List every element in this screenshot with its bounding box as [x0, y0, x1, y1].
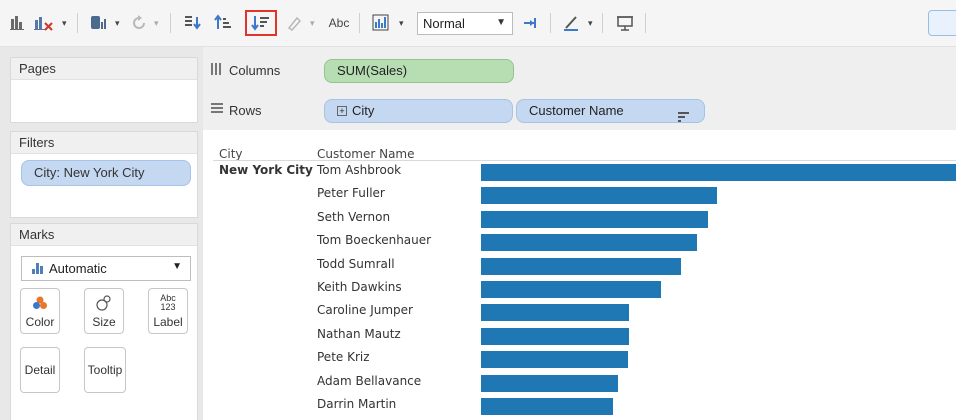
customer-label[interactable]: Todd Sumrall: [317, 257, 395, 271]
rows-icon: [211, 102, 223, 118]
toolbar-divider: [170, 13, 171, 33]
toolbar-divider: [645, 13, 646, 33]
presentation-icon[interactable]: [613, 12, 637, 34]
rows-label-text: Rows: [229, 102, 262, 118]
sum-sales-pill[interactable]: SUM(Sales): [324, 59, 514, 83]
filter-pill[interactable]: City: New York City: [21, 160, 191, 186]
pages-card[interactable]: Pages: [10, 57, 198, 123]
pages-title: Pages: [11, 58, 197, 80]
columns-shelf[interactable]: Columns SUM(Sales): [203, 53, 956, 87]
sales-bar[interactable]: [481, 187, 717, 205]
mark-size-value: Normal: [423, 16, 465, 31]
mark-type-value: Automatic: [49, 261, 107, 276]
sales-bar[interactable]: [481, 257, 681, 275]
toolbar-divider: [550, 13, 551, 33]
label-button[interactable]: Abc 123 Label: [148, 288, 188, 334]
customer-label[interactable]: Nathan Mautz: [317, 327, 401, 341]
annotate-icon[interactable]: [561, 12, 583, 34]
columns-label: Columns: [211, 53, 321, 87]
city-pill-label: City: [352, 103, 375, 118]
color-label: Color: [25, 314, 55, 329]
toolbar-divider: [359, 13, 360, 33]
mark-type-select[interactable]: Automatic ▼: [21, 256, 191, 281]
label-icon-123: 123: [160, 301, 176, 312]
color-icon: [32, 294, 48, 312]
sales-bar[interactable]: [481, 234, 697, 252]
chevron-down-icon[interactable]: ▾: [310, 14, 318, 32]
customer-label[interactable]: Seth Vernon: [317, 210, 390, 224]
bar-chart-icon: [32, 263, 43, 274]
chevron-down-icon[interactable]: ▾: [115, 14, 123, 32]
left-panel: Pages Filters City: New York City Marks …: [0, 47, 203, 420]
data-source-icon[interactable]: [88, 12, 110, 34]
filters-title: Filters: [11, 132, 197, 154]
customer-label[interactable]: Darrin Martin: [317, 397, 396, 411]
filters-card[interactable]: Filters City: New York City: [10, 131, 198, 218]
sort-icon[interactable]: [678, 107, 690, 129]
label-icon: Abc 123: [160, 293, 176, 312]
detail-label: Detail: [24, 363, 56, 377]
chevron-down-icon[interactable]: ▾: [154, 14, 162, 32]
show-me-icon[interactable]: [8, 12, 28, 34]
labels-icon[interactable]: Abc: [325, 12, 353, 34]
label-label: Label: [153, 314, 183, 329]
rows-label: Rows: [211, 93, 321, 127]
sales-bar[interactable]: [481, 351, 628, 369]
sales-bar[interactable]: [481, 164, 956, 181]
city-column-header: City: [219, 147, 243, 161]
customer-label[interactable]: Peter Fuller: [317, 186, 385, 200]
sales-bar[interactable]: [481, 398, 613, 415]
chevron-down-icon: ▼: [172, 261, 182, 272]
customer-column-header: Customer Name: [317, 147, 415, 161]
sales-bar[interactable]: [481, 281, 661, 298]
size-icon: [96, 294, 112, 312]
expand-icon[interactable]: +: [337, 105, 347, 116]
refresh-icon[interactable]: [128, 12, 150, 34]
clear-sheet-icon[interactable]: [31, 12, 57, 34]
chart-view: City Customer Name New York City Tom Ash…: [203, 130, 956, 420]
fit-icon[interactable]: [370, 12, 394, 34]
chevron-down-icon[interactable]: ▾: [62, 14, 70, 32]
columns-label-text: Columns: [229, 62, 281, 78]
size-button[interactable]: Size: [84, 288, 124, 334]
sales-bar[interactable]: [481, 327, 629, 345]
toolbar-divider: [77, 13, 78, 33]
sort-ascending-icon[interactable]: [211, 12, 235, 34]
customer-label[interactable]: Pete Kriz: [317, 350, 370, 364]
sales-bar[interactable]: [481, 304, 629, 322]
chevron-down-icon[interactable]: ▾: [399, 14, 407, 32]
customer-name-pill-label: Customer Name: [529, 103, 624, 118]
rows-shelf[interactable]: Rows + City Customer Name: [203, 93, 956, 127]
customer-label[interactable]: Keith Dawkins: [317, 280, 402, 294]
tooltip-button[interactable]: Tooltip: [84, 347, 126, 393]
city-pill[interactable]: + City: [324, 99, 513, 123]
shelves: Columns SUM(Sales) Rows + City Customer N…: [203, 47, 956, 130]
columns-icon: [211, 62, 223, 78]
header-divider: [213, 160, 956, 161]
search-input[interactable]: [928, 10, 956, 36]
chevron-down-icon: ▼: [496, 17, 506, 28]
tooltip-label: Tooltip: [87, 363, 123, 377]
sort-descending-icon[interactable]: [245, 10, 277, 36]
marks-card: Marks Automatic ▼ Color Size Abc 123 Lab…: [10, 223, 198, 420]
sales-bar[interactable]: [481, 210, 708, 228]
customer-label[interactable]: Caroline Jumper: [317, 303, 413, 317]
mark-size-select[interactable]: Normal ▼: [417, 12, 513, 35]
swap-icon[interactable]: [181, 12, 205, 34]
marks-title: Marks: [11, 224, 197, 246]
sales-bar[interactable]: [481, 374, 618, 392]
customer-label[interactable]: Tom Ashbrook: [317, 163, 401, 177]
customer-label[interactable]: Tom Boeckenhauer: [317, 233, 431, 247]
customer-name-pill[interactable]: Customer Name: [516, 99, 705, 123]
fix-axes-icon[interactable]: [520, 12, 542, 34]
highlight-icon[interactable]: [283, 12, 305, 34]
size-label: Size: [92, 314, 116, 329]
color-button[interactable]: Color: [20, 288, 60, 334]
chevron-down-icon[interactable]: ▾: [588, 14, 596, 32]
detail-button[interactable]: Detail: [20, 347, 60, 393]
toolbar-divider: [602, 13, 603, 33]
toolbar: ▾ ▾ ▾ ▾ Abc ▾ Normal ▼ ▾: [0, 0, 956, 47]
customer-label[interactable]: Adam Bellavance: [317, 374, 421, 388]
city-row-header[interactable]: New York City: [219, 163, 313, 177]
